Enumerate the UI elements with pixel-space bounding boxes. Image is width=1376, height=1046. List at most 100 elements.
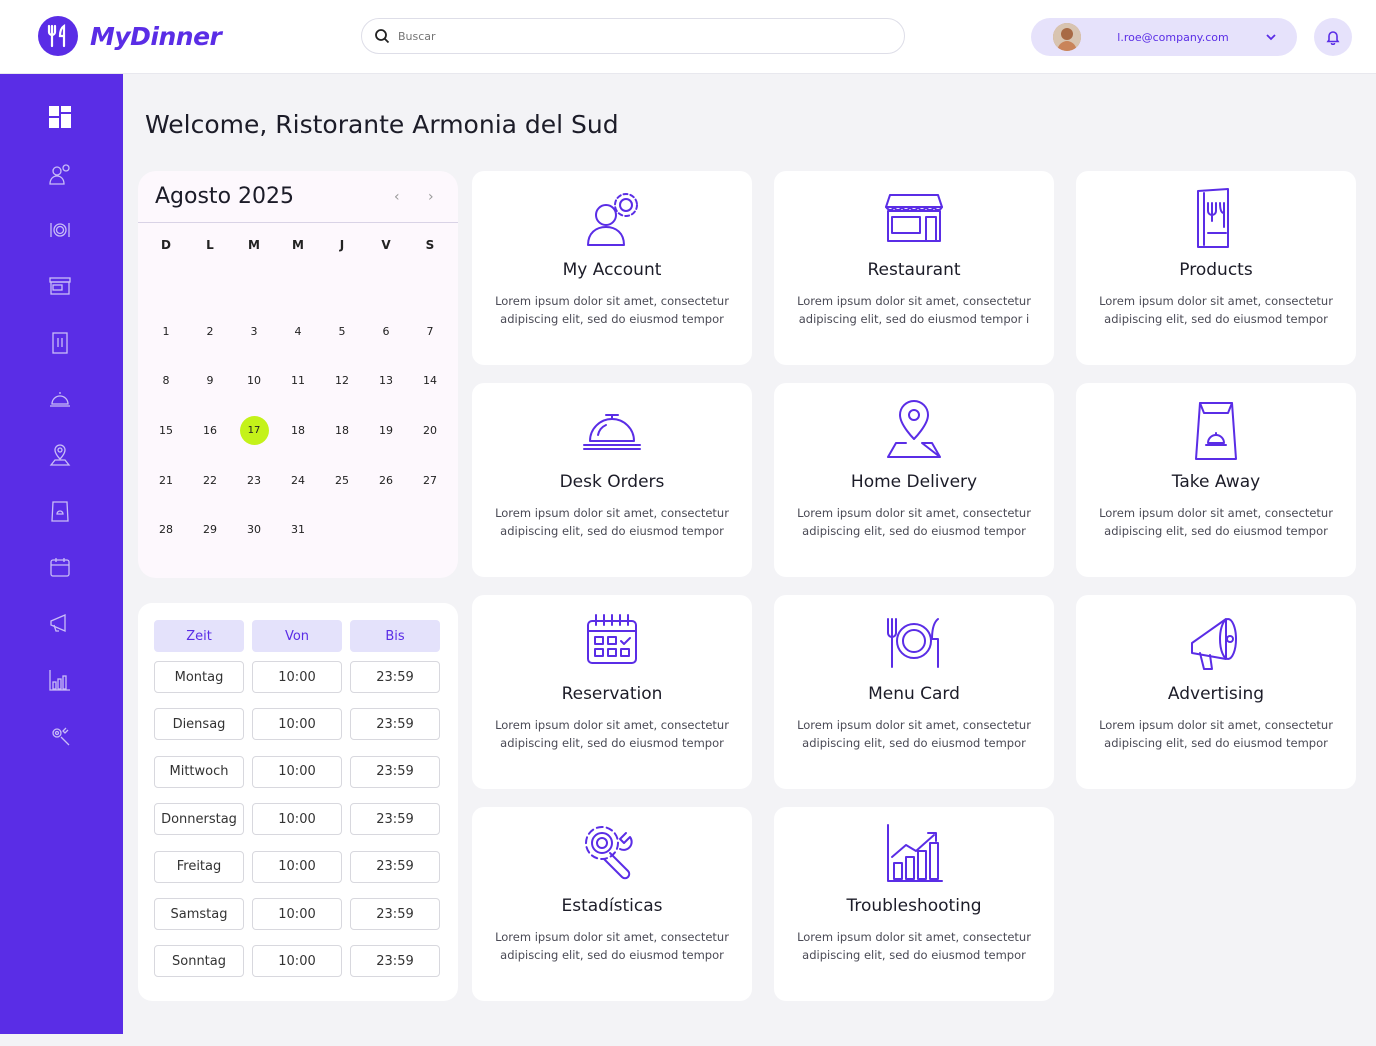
calendar-day[interactable]: 17 — [232, 416, 276, 446]
megaphone-icon — [1186, 611, 1246, 673]
card-description: Lorem ipsum dolor sit amet, consectetur … — [495, 930, 729, 962]
sidebar-item-reservation[interactable] — [47, 554, 73, 580]
calendar-day[interactable]: 1 — [144, 325, 188, 338]
brand-name: MyDinner — [90, 21, 222, 51]
calendar-day[interactable]: 9 — [188, 374, 232, 387]
card-title: Take Away — [1171, 472, 1261, 492]
calendar-day[interactable]: 19 — [364, 424, 408, 437]
hours-to[interactable]: 23:59 — [350, 661, 440, 693]
hours-from[interactable]: 10:00 — [252, 850, 342, 883]
calendar-day[interactable]: 31 — [276, 523, 320, 536]
hours-header-zeit: Zeit — [154, 620, 244, 652]
module-card[interactable]: Troubleshooting Lorem ipsum dolor sit ame… — [774, 807, 1054, 1001]
weekday-label: M — [292, 238, 304, 252]
calendar-day[interactable]: 8 — [144, 374, 188, 387]
calendar-day[interactable]: 2 — [188, 325, 232, 338]
calendar-week-row: 8 9 10 11 12 13 14 — [144, 356, 452, 406]
calendar-day[interactable]: 30 — [232, 523, 276, 536]
calendar-day[interactable]: 28 — [144, 523, 188, 536]
card-description: Lorem ipsum dolor sit amet, consectetur … — [1099, 506, 1333, 538]
calendar-day[interactable]: 21 — [144, 474, 188, 487]
module-card[interactable]: My Account Lorem ipsum dolor sit amet, co… — [472, 171, 752, 365]
module-card[interactable]: Take Away Lorem ipsum dolor sit amet, con… — [1076, 383, 1356, 577]
calendar-day[interactable]: 20 — [408, 424, 452, 437]
calendar-day[interactable]: 12 — [320, 374, 364, 387]
calendar-day[interactable]: 13 — [364, 374, 408, 387]
calendar-day[interactable]: 11 — [276, 374, 320, 387]
menu-book-icon — [52, 332, 68, 354]
calendar-day[interactable]: 4 — [276, 325, 320, 338]
hours-to[interactable]: 23:59 — [350, 898, 440, 930]
hours-from[interactable]: 10:00 — [252, 755, 342, 788]
calendar-next-button[interactable]: › — [428, 189, 434, 205]
module-card[interactable]: Reservation Lorem ipsum dolor sit amet, c… — [472, 595, 752, 789]
calendar-day[interactable]: 7 — [408, 325, 452, 338]
hours-to[interactable]: 23:59 — [350, 945, 440, 978]
hours-from[interactable]: 10:00 — [252, 708, 342, 741]
calendar-day[interactable]: 24 — [276, 474, 320, 487]
module-card[interactable]: Menu Card Lorem ipsum dolor sit amet, con… — [774, 595, 1054, 789]
user-menu[interactable]: l.roe@company.com — [1031, 18, 1297, 56]
calendar-day[interactable]: 29 — [188, 523, 232, 536]
module-card[interactable]: Products Lorem ipsum dolor sit amet, cons… — [1076, 171, 1356, 365]
hours-to[interactable]: 23:59 — [350, 755, 440, 788]
calendar-day[interactable]: 18 — [320, 424, 364, 437]
calendar-day[interactable]: 16 — [188, 424, 232, 437]
calendar-day[interactable]: 27 — [408, 474, 452, 487]
hours-to[interactable]: 23:59 — [350, 803, 440, 836]
chevron-down-icon[interactable] — [1265, 31, 1277, 43]
module-card[interactable]: Desk Orders Lorem ipsum dolor sit amet, c… — [472, 383, 752, 577]
module-card[interactable]: Advertising Lorem ipsum dolor sit amet, c… — [1076, 595, 1356, 789]
calendar-day[interactable]: 22 — [188, 474, 232, 487]
menu-book-icon — [1186, 187, 1246, 249]
module-card[interactable]: Estadísticas Lorem ipsum dolor sit amet, … — [472, 807, 752, 1001]
hours-to[interactable]: 23:59 — [350, 708, 440, 741]
hours-to[interactable]: 23:59 — [350, 850, 440, 883]
calendar-day[interactable]: 5 — [320, 325, 364, 338]
sidebar-item-menu-card[interactable] — [47, 217, 73, 243]
brand-logo[interactable]: MyDinner — [38, 16, 222, 56]
calendar-day[interactable]: 10 — [232, 374, 276, 387]
weekday-label: L — [206, 238, 214, 252]
hours-header-bis: Bis — [350, 620, 440, 652]
search-input[interactable] — [398, 29, 858, 43]
notifications-button[interactable] — [1314, 18, 1352, 56]
top-bar: MyDinner l.roe@company.com — [0, 0, 1376, 74]
calendar-prev-button[interactable]: ‹ — [394, 189, 400, 205]
weekday-label: D — [161, 238, 171, 252]
hours-from[interactable]: 10:00 — [252, 803, 342, 836]
module-card[interactable]: Home Delivery Lorem ipsum dolor sit amet,… — [774, 383, 1054, 577]
calendar-day[interactable]: 18 — [276, 424, 320, 437]
calendar-day[interactable]: 14 — [408, 374, 452, 387]
calendar-day[interactable]: 15 — [144, 424, 188, 437]
storefront-icon — [49, 277, 71, 295]
calendar-today-marker[interactable]: 17 — [239, 416, 269, 446]
hours-from[interactable]: 10:00 — [252, 898, 342, 930]
sidebar-item-home-delivery[interactable] — [47, 442, 73, 468]
calendar-day[interactable]: 25 — [320, 474, 364, 487]
calendar-day[interactable]: 26 — [364, 474, 408, 487]
hours-day: Sonntag — [154, 945, 244, 978]
hours-from[interactable]: 10:00 — [252, 661, 342, 693]
sidebar-item-products[interactable] — [47, 330, 73, 356]
sidebar-item-account[interactable] — [47, 161, 73, 187]
card-description: Lorem ipsum dolor sit amet, consectetur … — [797, 506, 1031, 538]
sidebar-item-statistics[interactable] — [47, 667, 73, 693]
sidebar-item-desk-orders[interactable] — [47, 386, 73, 412]
card-title: Products — [1179, 260, 1253, 280]
search-bar[interactable] — [361, 18, 905, 54]
calendar-day[interactable]: 6 — [364, 325, 408, 338]
hours-row: Donnerstag 10:00 23:59 — [154, 803, 440, 836]
takeaway-bag-icon — [51, 501, 69, 522]
sidebar-item-dashboard[interactable] — [47, 104, 73, 130]
module-card[interactable]: Restaurant Lorem ipsum dolor sit amet, co… — [774, 171, 1054, 365]
calendar-day[interactable]: 23 — [232, 474, 276, 487]
hours-row: Sonntag 10:00 23:59 — [154, 945, 440, 978]
sidebar-item-troubleshooting[interactable] — [47, 723, 73, 749]
hours-from[interactable]: 10:00 — [252, 945, 342, 978]
sidebar-item-advertising[interactable] — [47, 610, 73, 636]
calendar-day[interactable]: 3 — [232, 325, 276, 338]
gear-wrench-icon — [582, 823, 642, 885]
sidebar-item-take-away[interactable] — [47, 498, 73, 524]
sidebar-item-restaurant[interactable] — [47, 273, 73, 299]
